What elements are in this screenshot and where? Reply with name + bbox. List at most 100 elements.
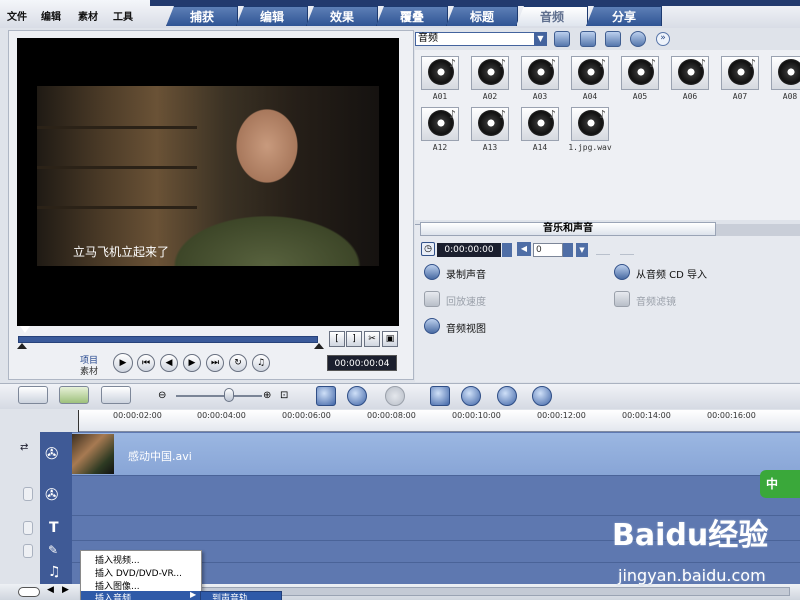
volume-input[interactable]: 0: [533, 243, 563, 257]
library-item[interactable]: A01: [418, 54, 462, 102]
menu-to-sound-track[interactable]: 到声音轨: [212, 591, 248, 600]
timecode-display[interactable]: 00:00:00:04: [327, 355, 397, 371]
voice-track-icon[interactable]: ✎: [48, 543, 58, 557]
batch-convert-icon[interactable]: [461, 386, 481, 406]
open-folder-icon[interactable]: [554, 31, 570, 47]
tab-edit[interactable]: 编辑: [236, 6, 308, 26]
menu-tools[interactable]: 工具: [113, 8, 133, 23]
library-item-label: A14: [532, 143, 548, 152]
clip-name[interactable]: 感动中国.avi: [128, 448, 192, 464]
library-item[interactable]: A12: [418, 105, 462, 153]
import-cd-button[interactable]: 从音频 CD 导入: [636, 266, 707, 281]
trim-marker-icon[interactable]: [20, 326, 30, 333]
chapter-point-icon[interactable]: [532, 386, 552, 406]
mark-out-button[interactable]: ]: [346, 331, 362, 347]
library-manager-icon[interactable]: [605, 31, 621, 47]
menu-insert-audio[interactable]: 插入音频: [95, 591, 131, 600]
cut-clip-button[interactable]: ✂: [364, 331, 380, 347]
mark-in-button[interactable]: [: [329, 331, 345, 347]
record-voice-button[interactable]: 录制声音: [446, 266, 486, 281]
tab-capture[interactable]: 捕获: [166, 6, 238, 26]
fade-in-icon[interactable]: [596, 245, 610, 255]
import-icon[interactable]: [580, 31, 596, 47]
audio-filter-button[interactable]: 音频滤镜: [636, 293, 676, 308]
track-manager-icon[interactable]: [497, 386, 517, 406]
cd-import-icon[interactable]: [614, 264, 630, 280]
fit-to-window-icon[interactable]: ⊡: [280, 390, 288, 401]
duration-stepper[interactable]: [502, 243, 512, 257]
zoom-out-icon[interactable]: ⊖: [158, 390, 166, 401]
scroll-left-icon[interactable]: ◀: [47, 585, 54, 595]
title-track-icon[interactable]: T: [49, 520, 59, 536]
tab-share[interactable]: 分享: [586, 6, 662, 26]
library-item[interactable]: A13: [468, 105, 512, 153]
volume-icon[interactable]: ♫: [252, 354, 270, 372]
mark-out-icon[interactable]: [314, 343, 324, 349]
video-track-icon[interactable]: ✇: [45, 444, 58, 463]
menu-insert-dvd[interactable]: 插入 DVD/DVD-VR...: [95, 566, 182, 579]
end-icon[interactable]: ⏭: [206, 354, 224, 372]
music-track-icon[interactable]: ♫: [48, 564, 61, 580]
mark-in-icon[interactable]: [17, 343, 27, 349]
audio-view-button[interactable]: 音频视图: [446, 320, 486, 335]
tab-overlay[interactable]: 覆叠: [376, 6, 448, 26]
menu-insert-video[interactable]: 插入视频...: [95, 553, 140, 566]
playback-speed-button[interactable]: 回放速度: [446, 293, 486, 308]
audio-filter-icon: [614, 291, 630, 307]
home-icon[interactable]: ⏮: [137, 354, 155, 372]
record-voice-icon[interactable]: [424, 264, 440, 280]
timeline-ruler[interactable]: [78, 410, 800, 432]
floating-badge[interactable]: 中: [760, 470, 800, 498]
audio-view-icon[interactable]: [424, 318, 440, 334]
chevron-down-icon[interactable]: ▼: [534, 32, 547, 46]
zoom-in-icon[interactable]: ⊕: [263, 390, 271, 401]
track-toggle[interactable]: [23, 487, 33, 501]
chevron-down-icon[interactable]: ▼: [576, 243, 588, 257]
options-title-tab[interactable]: 音乐和声音: [420, 222, 716, 236]
redo-icon[interactable]: [385, 386, 405, 406]
play-icon[interactable]: ▶: [113, 353, 133, 373]
library-item[interactable]: A06: [668, 54, 712, 102]
next-frame-icon[interactable]: ▶: [183, 354, 201, 372]
library-item[interactable]: A07: [718, 54, 762, 102]
menu-edit[interactable]: 编辑: [41, 8, 61, 23]
storyboard-view-button[interactable]: [18, 386, 48, 404]
clip-thumbnail[interactable]: [72, 434, 114, 474]
preview-scrubber[interactable]: [18, 336, 318, 343]
link-icon[interactable]: [18, 587, 40, 597]
library-item[interactable]: 1.jpg.wav: [568, 105, 612, 153]
smart-proxy-icon[interactable]: [430, 386, 450, 406]
duration-display[interactable]: 0:00:00:00: [437, 243, 501, 257]
enlarge-preview-button[interactable]: ▣: [382, 331, 398, 347]
clip-mode-label[interactable]: 素材: [80, 364, 98, 377]
library-item[interactable]: A14: [518, 105, 562, 153]
tab-effect[interactable]: 效果: [306, 6, 378, 26]
tab-audio[interactable]: 音频: [516, 6, 588, 26]
timeline-view-button[interactable]: [59, 386, 89, 404]
insert-media-icon[interactable]: [316, 386, 336, 406]
previous-frame-icon[interactable]: ◀: [160, 354, 178, 372]
track-toggle-icon[interactable]: ⇄: [20, 442, 28, 453]
sort-icon[interactable]: [630, 31, 646, 47]
library-item[interactable]: A02: [468, 54, 512, 102]
library-item[interactable]: A08: [768, 54, 800, 102]
repeat-icon[interactable]: ↻: [229, 354, 247, 372]
fade-out-icon[interactable]: [620, 245, 634, 255]
scroll-right-icon[interactable]: ▶: [62, 585, 69, 595]
library-category-select[interactable]: 音频: [415, 32, 547, 46]
overlay-track-icon[interactable]: ✇: [45, 485, 58, 504]
track-toggle[interactable]: [23, 521, 33, 535]
tab-title[interactable]: 标题: [446, 6, 518, 26]
library-item[interactable]: A05: [618, 54, 662, 102]
menu-clip[interactable]: 素材: [78, 8, 98, 23]
volume-stepper[interactable]: [563, 243, 573, 257]
library-item[interactable]: A04: [568, 54, 612, 102]
expand-icon[interactable]: »: [656, 32, 670, 46]
zoom-slider-handle[interactable]: [224, 388, 234, 402]
zoom-slider[interactable]: [176, 395, 262, 397]
menu-file[interactable]: 文件: [7, 8, 27, 23]
track-toggle[interactable]: [23, 544, 33, 558]
audio-view-button[interactable]: [101, 386, 131, 404]
undo-icon[interactable]: [347, 386, 367, 406]
library-item[interactable]: A03: [518, 54, 562, 102]
